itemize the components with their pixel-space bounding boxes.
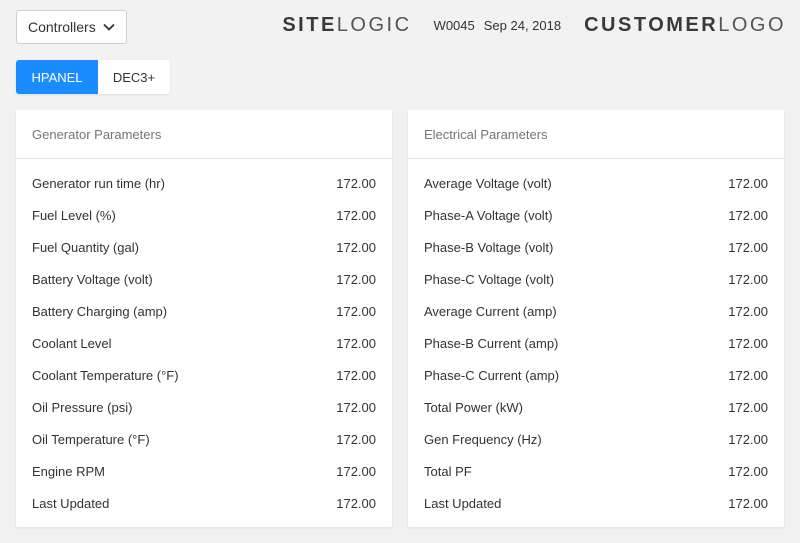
site-logo: SITELOGIC xyxy=(282,14,411,37)
parameter-row: Fuel Level (%) 172.00 xyxy=(16,199,392,231)
parameter-row: Last Updated 172.00 xyxy=(408,487,784,519)
site-logo-bold: SITE xyxy=(282,14,337,36)
parameter-value: 172.00 xyxy=(728,207,768,223)
controller-tabs: HPANEL DEC3+ xyxy=(16,60,170,94)
tab-dec3plus[interactable]: DEC3+ xyxy=(98,60,170,94)
parameter-row: Average Voltage (volt) 172.00 xyxy=(408,167,784,199)
parameter-label: Oil Pressure (psi) xyxy=(32,399,133,415)
parameter-value: 172.00 xyxy=(336,239,376,255)
header-bar: SITELOGIC W0045 Sep 24, 2018 CUSTOMERLOG… xyxy=(282,14,786,37)
parameter-value: 172.00 xyxy=(336,399,376,415)
parameter-row: Oil Temperature (°F) 172.00 xyxy=(16,423,392,455)
parameter-label: Battery Charging (amp) xyxy=(32,303,168,319)
electrical-parameters-panel: Electrical Parameters Average Voltage (v… xyxy=(408,110,784,527)
parameter-label: Average Voltage (volt) xyxy=(424,175,552,191)
parameter-row: Coolant Level 172.00 xyxy=(16,327,392,359)
parameter-label: Average Current (amp) xyxy=(424,303,557,319)
controllers-dropdown[interactable]: Controllers xyxy=(16,10,127,44)
panel-title: Generator Parameters xyxy=(16,110,392,159)
parameter-row: Generator run time (hr) 172.00 xyxy=(16,167,392,199)
parameter-value: 172.00 xyxy=(728,367,768,383)
customer-logo-bold: CUSTOMER xyxy=(584,14,719,36)
parameter-value: 172.00 xyxy=(336,463,376,479)
parameter-label: Engine RPM xyxy=(32,463,105,479)
parameter-row: Gen Frequency (Hz) 172.00 xyxy=(408,423,784,455)
parameter-row: Total Power (kW) 172.00 xyxy=(408,391,784,423)
chevron-down-icon xyxy=(103,23,115,31)
parameter-value: 172.00 xyxy=(728,431,768,447)
parameter-label: Phase-C Current (amp) xyxy=(424,367,560,383)
parameter-label: Last Updated xyxy=(424,495,502,511)
parameter-value: 172.00 xyxy=(336,495,376,511)
parameter-row: Average Current (amp) 172.00 xyxy=(408,295,784,327)
parameter-value: 172.00 xyxy=(336,367,376,383)
parameter-value: 172.00 xyxy=(728,271,768,287)
customer-logo-light: LOGO xyxy=(718,14,786,36)
parameter-value: 172.00 xyxy=(728,335,768,351)
parameter-value: 172.00 xyxy=(728,239,768,255)
parameter-value: 172.00 xyxy=(336,175,376,191)
parameter-label: Coolant Level xyxy=(32,335,112,351)
parameter-label: Phase-B Current (amp) xyxy=(424,335,559,351)
dropdown-value: Controllers xyxy=(28,19,96,35)
parameter-list: Average Voltage (volt) 172.00 Phase-A Volt… xyxy=(408,159,784,519)
date-label: Sep 24, 2018 xyxy=(483,18,562,33)
parameter-list: Generator run time (hr) 172.00 Fuel Level … xyxy=(16,159,392,519)
site-id: W0045 xyxy=(433,18,475,33)
parameter-value: 172.00 xyxy=(728,495,768,511)
parameter-value: 172.00 xyxy=(336,431,376,447)
parameter-row: Engine RPM 172.00 xyxy=(16,455,392,487)
parameter-label: Fuel Quantity (gal) xyxy=(32,239,139,255)
parameter-value: 172.00 xyxy=(336,271,376,287)
parameter-label: Gen Frequency (Hz) xyxy=(424,431,542,447)
parameter-value: 172.00 xyxy=(728,399,768,415)
parameter-row: Phase-C Voltage (volt) 172.00 xyxy=(408,263,784,295)
parameter-label: Coolant Temperature (°F) xyxy=(32,367,179,383)
site-logo-light: LOGIC xyxy=(336,14,412,36)
parameter-row: Battery Charging (amp) 172.00 xyxy=(16,295,392,327)
parameter-row: Phase-B Voltage (volt) 172.00 xyxy=(408,231,784,263)
parameter-row: Coolant Temperature (°F) 172.00 xyxy=(16,359,392,391)
parameter-label: Phase-C Voltage (volt) xyxy=(424,271,555,287)
parameter-row: Phase-C Current (amp) 172.00 xyxy=(408,359,784,391)
parameter-label: Total Power (kW) xyxy=(424,399,523,415)
parameter-label: Fuel Level (%) xyxy=(32,207,116,223)
tab-hpanel[interactable]: HPANEL xyxy=(16,60,98,94)
panel-title: Electrical Parameters xyxy=(408,110,784,159)
parameter-label: Phase-B Voltage (volt) xyxy=(424,239,554,255)
parameter-row: Fuel Quantity (gal) 172.00 xyxy=(16,231,392,263)
parameter-label: Total PF xyxy=(424,463,472,479)
parameter-value: 172.00 xyxy=(336,335,376,351)
parameter-label: Battery Voltage (volt) xyxy=(32,271,153,287)
parameter-row: Total PF 172.00 xyxy=(408,455,784,487)
parameter-row: Battery Voltage (volt) 172.00 xyxy=(16,263,392,295)
parameter-value: 172.00 xyxy=(336,303,376,319)
parameter-row: Phase-B Current (amp) 172.00 xyxy=(408,327,784,359)
parameter-label: Last Updated xyxy=(32,495,110,511)
parameter-value: 172.00 xyxy=(728,175,768,191)
parameter-row: Phase-A Voltage (volt) 172.00 xyxy=(408,199,784,231)
customer-logo: CUSTOMERLOGO xyxy=(584,14,786,37)
parameter-value: 172.00 xyxy=(336,207,376,223)
parameter-value: 172.00 xyxy=(728,463,768,479)
parameter-row: Last Updated 172.00 xyxy=(16,487,392,519)
parameter-label: Phase-A Voltage (volt) xyxy=(424,207,553,223)
parameter-label: Generator run time (hr) xyxy=(32,175,165,191)
parameter-value: 172.00 xyxy=(728,303,768,319)
parameter-label: Oil Temperature (°F) xyxy=(32,431,150,447)
generator-parameters-panel: Generator Parameters Generator run time … xyxy=(16,110,392,527)
parameter-row: Oil Pressure (psi) 172.00 xyxy=(16,391,392,423)
